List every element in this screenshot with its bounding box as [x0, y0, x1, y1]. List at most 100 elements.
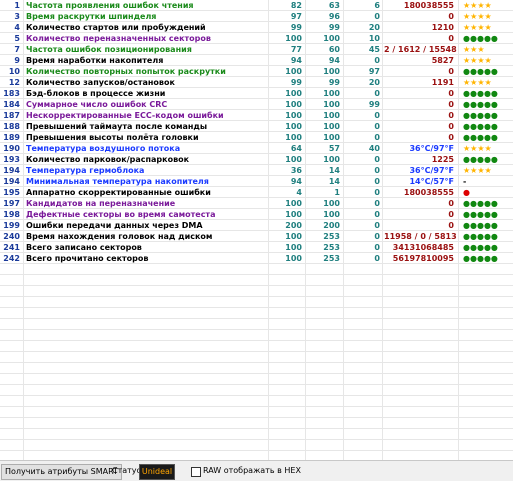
table-row[interactable]: 3 Время раскрутки шпинделя 97 96 0 0 ★★★★ [0, 11, 513, 22]
attr-current: 36 [290, 166, 302, 175]
table-row[interactable]: 189 Превышения высоты полёта головки 100 10… [0, 132, 513, 143]
raw-hex-checkbox-label[interactable]: RAW отображать в HEX [203, 464, 301, 478]
attr-threshold: 45 [368, 45, 380, 54]
attr-threshold: 0 [374, 155, 380, 164]
attr-name: Всего записано секторов [26, 243, 142, 252]
table-row[interactable]: 199 Ошибки передачи данных через DMA 200 20… [0, 220, 513, 231]
attr-id: 12 [8, 78, 20, 87]
table-row[interactable]: 242 Всего прочитано секторов 100 253 0 561978… [0, 253, 513, 264]
table-row[interactable]: 5 Количество переназначенных секторов 100 1… [0, 33, 513, 44]
table-row[interactable]: 184 Суммарное число ошибок CRC 100 100 99 0 ●●… [0, 99, 513, 110]
attr-worst: 100 [323, 122, 340, 131]
attr-current: 100 [285, 133, 302, 142]
attr-threshold: 0 [374, 111, 380, 120]
table-row[interactable]: 194 Температура гермоблока 36 14 0 36°C/97°F ★… [0, 165, 513, 176]
attr-worst: 253 [323, 254, 340, 263]
table-row[interactable]: 187 Нескорректированные ECC-кодом ошибки 1… [0, 110, 513, 121]
attr-name: Частота ошибок позиционирования [26, 45, 192, 54]
attr-rating: ●●●●● [463, 133, 498, 142]
attr-rating: ★★★★ [463, 23, 492, 32]
attr-rating: ★★★★ [463, 56, 492, 65]
attr-id: 195 [3, 188, 20, 197]
table-row[interactable]: 188 Превышений таймаута после команды 100 1… [0, 121, 513, 132]
attr-raw: 0 [448, 199, 454, 208]
attr-raw: 1210 [431, 23, 454, 32]
attr-id: 1 [14, 1, 20, 10]
attr-worst: 100 [323, 210, 340, 219]
attr-name: Количество переназначенных секторов [26, 34, 211, 43]
attr-worst: 94 [328, 56, 340, 65]
attr-id: 187 [3, 111, 20, 120]
attr-worst: 60 [328, 45, 340, 54]
attr-id: 188 [3, 122, 20, 131]
attr-rating: ★★★★ [463, 166, 492, 175]
smart-attributes-table[interactable]: 1 Частота проявления ошибок чтения 82 6 3 6 18… [0, 0, 513, 460]
table-row[interactable]: 241 Всего записано секторов 100 253 0 3413106… [0, 242, 513, 253]
table-row[interactable]: 4 Количество стартов или пробуждений 99 99 2… [0, 22, 513, 33]
table-row[interactable]: 9 Время наработки накопителя 94 94 0 5827 ★★★★ [0, 55, 513, 66]
attr-worst: 14 [328, 177, 340, 186]
table-row[interactable]: 194 Минимальная температура накопителя 94 1… [0, 176, 513, 187]
attr-threshold: 6 [374, 1, 380, 10]
attr-raw: 56197810095 [392, 254, 454, 263]
attr-current: 100 [285, 34, 302, 43]
attr-threshold: 0 [374, 243, 380, 252]
attr-rating: ●●●●● [463, 232, 498, 241]
attr-name: Минимальная температура накопителя [26, 177, 209, 186]
attr-worst: 100 [323, 89, 340, 98]
status-value-badge: Unideal [139, 464, 175, 480]
get-smart-attributes-button[interactable]: Получить атрибуты SMART [1, 464, 122, 480]
attr-current: 100 [285, 155, 302, 164]
attr-current: 100 [285, 232, 302, 241]
attr-id: 189 [3, 133, 20, 142]
attr-id: 190 [3, 144, 20, 153]
table-row[interactable]: 195 Аппаратно скорректированные ошибки 4 1 0… [0, 187, 513, 198]
attr-id: 199 [3, 221, 20, 230]
table-row[interactable]: 193 Количество парковок/распарковок 100 100… [0, 154, 513, 165]
table-row[interactable]: 198 Дефектные секторы во время самотеста 1… [0, 209, 513, 220]
attr-worst: 100 [323, 100, 340, 109]
attr-current: 4 [296, 188, 302, 197]
attr-name: Частота проявления ошибок чтения [26, 1, 194, 10]
attr-name: Бэд-блоков в процессе жизни [26, 89, 166, 98]
attr-id: 242 [3, 254, 20, 263]
attr-rating: - [463, 177, 467, 186]
table-row[interactable]: 183 Бэд-блоков в процессе жизни 100 100 0 0 ●●… [0, 88, 513, 99]
attr-name: Температура воздушного потока [26, 144, 181, 153]
attr-current: 97 [290, 12, 302, 21]
attr-current: 100 [285, 199, 302, 208]
attr-name: Время нахождения головок над диском [26, 232, 213, 241]
bottom-toolbar: Получить атрибуты SMART Статус: Unideal … [0, 460, 513, 481]
attr-threshold: 0 [374, 177, 380, 186]
table-row[interactable]: 10 Количество повторных попыток раскрутки… [0, 66, 513, 77]
attr-current: 200 [285, 221, 302, 230]
attr-raw: 0 [448, 210, 454, 219]
table-row[interactable]: 190 Температура воздушного потока 64 57 40 36… [0, 143, 513, 154]
attr-threshold: 0 [374, 188, 380, 197]
attr-threshold: 20 [368, 23, 380, 32]
attr-threshold: 0 [374, 221, 380, 230]
attr-current: 77 [290, 45, 302, 54]
table-row[interactable]: 197 Кандидатов на переназначение 100 100 0 0 ●… [0, 198, 513, 209]
attr-current: 99 [290, 23, 302, 32]
attr-current: 100 [285, 100, 302, 109]
attr-name: Количество повторных попыток раскрутки [26, 67, 226, 76]
attr-threshold: 0 [374, 89, 380, 98]
attr-raw: 180038555 [403, 188, 454, 197]
attr-rating: ●●●●● [463, 122, 498, 131]
raw-hex-checkbox[interactable] [191, 467, 201, 477]
attr-worst: 200 [323, 221, 340, 230]
table-row[interactable]: 12 Количество запусков/остановок 99 99 20 119… [0, 77, 513, 88]
table-row[interactable]: 7 Частота ошибок позиционирования 77 60 45 2 … [0, 44, 513, 55]
attr-current: 99 [290, 78, 302, 87]
table-row[interactable]: 240 Время нахождения головок над диском 10… [0, 231, 513, 242]
attr-threshold: 99 [368, 100, 380, 109]
attr-current: 64 [290, 144, 302, 153]
attr-threshold: 0 [374, 12, 380, 21]
attr-name: Температура гермоблока [26, 166, 145, 175]
attr-threshold: 0 [374, 56, 380, 65]
attr-rating: ●●●●● [463, 210, 498, 219]
table-row[interactable]: 1 Частота проявления ошибок чтения 82 63 6 18… [0, 0, 513, 11]
attr-current: 82 [290, 1, 302, 10]
attr-raw: 0 [448, 89, 454, 98]
